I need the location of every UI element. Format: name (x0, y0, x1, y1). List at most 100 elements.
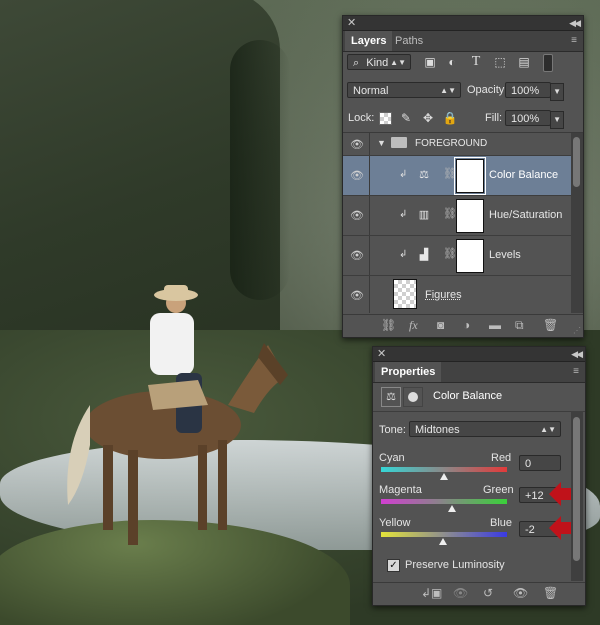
cyan-red-slider[interactable] (381, 467, 507, 480)
collapse-icon[interactable]: ◀◀ (571, 347, 583, 361)
clipping-arrow-icon: ↲ (399, 209, 408, 220)
lock-transparency-icon[interactable] (379, 112, 392, 125)
tab-paths[interactable]: Paths (389, 31, 429, 51)
preserve-luminosity-checkbox[interactable]: ✓ (387, 559, 400, 572)
filter-pixel-icon[interactable]: ▣ (421, 53, 439, 71)
folder-icon (391, 137, 407, 148)
search-icon: ⌕ (353, 57, 360, 69)
filter-smartobject-icon[interactable]: ▤ (515, 53, 533, 71)
new-layer-icon[interactable]: ⧉ (515, 318, 524, 333)
visibility-eye-icon[interactable]: 👁 (349, 138, 365, 151)
mask-icon-button[interactable] (403, 387, 423, 407)
layer-name: FOREGROUND (415, 138, 488, 149)
fx-icon[interactable]: fx (409, 318, 418, 333)
filter-toggle[interactable] (543, 54, 553, 72)
dropdown-arrow-icon: ▼ (550, 111, 564, 129)
lock-label: Lock: (348, 112, 375, 124)
slider-right-label-blue: Blue (490, 517, 513, 529)
lock-pixels-icon[interactable]: ✎ (397, 109, 415, 127)
panel-menu-icon[interactable]: ≡ (573, 366, 579, 377)
slider-left-label-cyan: Cyan (379, 452, 405, 464)
dropdown-arrow-icon: ▲▼ (390, 58, 406, 67)
resize-grip-icon[interactable]: ⋰ (573, 326, 581, 335)
layer-hue-saturation[interactable]: 👁 ↲ ▥ ⛓ Hue/Saturation (343, 196, 571, 236)
toggle-visibility-icon[interactable]: 👁 (513, 586, 528, 600)
panel-menu-icon[interactable]: ≡ (571, 35, 577, 46)
horse-and-rider (67, 285, 288, 545)
preserve-luminosity-label: Preserve Luminosity (405, 559, 505, 571)
new-adjustment-icon[interactable]: ◑ (463, 318, 470, 332)
magenta-green-slider[interactable] (381, 499, 507, 512)
layer-mask-thumbnail (456, 239, 484, 273)
lock-all-icon[interactable]: 🔒 (441, 109, 459, 127)
filter-adjustment-icon[interactable]: ◐ (443, 53, 461, 71)
fill-value: 100% (511, 113, 540, 125)
tab-properties[interactable]: Properties (375, 362, 442, 382)
slider-right-label-green: Green (483, 484, 514, 496)
slider-knob[interactable] (440, 473, 448, 480)
tone-dropdown[interactable]: Midtones ▲▼ (409, 421, 561, 437)
fill-field[interactable]: 100% ▼ (505, 110, 564, 129)
dropdown-arrow-icon: ▼ (550, 83, 564, 101)
close-icon[interactable]: ✕ (347, 16, 356, 30)
yellow-blue-slider[interactable] (381, 532, 507, 545)
layer-levels[interactable]: 👁 ↲ ▟ ⛓ Levels (343, 236, 571, 276)
row-divider (369, 133, 370, 155)
layers-scrollbar[interactable] (571, 133, 583, 313)
lock-position-icon[interactable]: ✥ (419, 109, 437, 127)
opacity-field[interactable]: 100% ▼ (505, 82, 564, 101)
cyan-red-value: 0 (525, 458, 532, 470)
slider-left-label-magenta: Magenta (379, 484, 422, 496)
checkmark-icon: ✓ (389, 560, 398, 571)
expand-triangle-icon[interactable]: ▼ (377, 138, 386, 148)
blend-mode-dropdown[interactable]: Normal ▲▼ (347, 82, 461, 98)
scrollbar-thumb[interactable] (573, 137, 580, 187)
layer-mask-thumbnail (456, 199, 484, 233)
filter-shape-icon[interactable]: ⬚ (491, 53, 509, 71)
layer-name: Hue/Saturation (489, 209, 563, 221)
tone-value: Midtones (415, 424, 460, 436)
cyan-red-value-field[interactable]: 0 (519, 455, 561, 471)
scrollbar-thumb[interactable] (573, 417, 580, 561)
hue-saturation-icon: ▥ (418, 209, 430, 221)
row-divider (369, 236, 370, 275)
new-group-icon[interactable]: ▬ (489, 318, 501, 332)
filter-type-icon[interactable]: T (467, 53, 485, 71)
tab-layers[interactable]: Layers (345, 31, 393, 51)
filter-kind-value: Kind (366, 57, 389, 69)
link-icon[interactable]: ⛓ (443, 167, 457, 183)
close-icon[interactable]: ✕ (377, 347, 386, 361)
dropdown-arrow-icon: ▲▼ (540, 425, 556, 434)
levels-icon: ▟ (419, 249, 429, 261)
slider-knob[interactable] (438, 538, 447, 545)
clip-to-layer-icon[interactable]: ↲▣ (421, 586, 442, 600)
adjustment-icon-button[interactable]: ⚖ (381, 387, 401, 407)
collapse-icon[interactable]: ◀◀ (569, 16, 581, 30)
yellow-blue-value: -2 (525, 524, 535, 536)
adjustment-title: Color Balance (433, 390, 503, 402)
trash-icon[interactable]: 🗑 (543, 318, 558, 332)
slider-knob[interactable] (447, 505, 456, 512)
mask-circle-icon (408, 392, 418, 402)
properties-scrollbar[interactable] (571, 411, 583, 581)
link-icon[interactable]: ⛓ (443, 247, 457, 263)
filter-kind-dropdown[interactable]: ⌕ Kind ▲▼ (347, 54, 411, 70)
visibility-eye-icon[interactable]: 👁 (349, 289, 365, 302)
blend-mode-value: Normal (353, 85, 389, 97)
add-mask-icon[interactable]: ◙ (437, 318, 444, 332)
layer-figures[interactable]: 👁 Figures (343, 276, 571, 313)
properties-panel: ✕ ◀◀ Properties ≡ ⚖ Color Balance Tone: … (372, 346, 586, 606)
layer-group-foreground[interactable]: 👁 ▼ FOREGROUND (343, 133, 571, 156)
layer-name: Figures (425, 289, 462, 301)
link-icon[interactable]: ⛓ (443, 207, 457, 223)
reset-icon[interactable]: ↺ (483, 586, 493, 600)
panel-titlebar: ✕ ◀◀ (373, 347, 585, 362)
link-layers-icon[interactable]: ⛓ (381, 318, 396, 332)
visibility-eye-icon[interactable]: 👁 (349, 249, 365, 262)
visibility-eye-icon[interactable]: 👁 (349, 169, 365, 182)
view-previous-icon[interactable]: 👁 (453, 586, 468, 600)
trash-icon[interactable]: 🗑 (543, 586, 558, 600)
row-divider (369, 196, 370, 235)
layer-color-balance[interactable]: 👁 ↲ ⚖ ⛓ Color Balance (343, 156, 571, 196)
visibility-eye-icon[interactable]: 👁 (349, 209, 365, 222)
